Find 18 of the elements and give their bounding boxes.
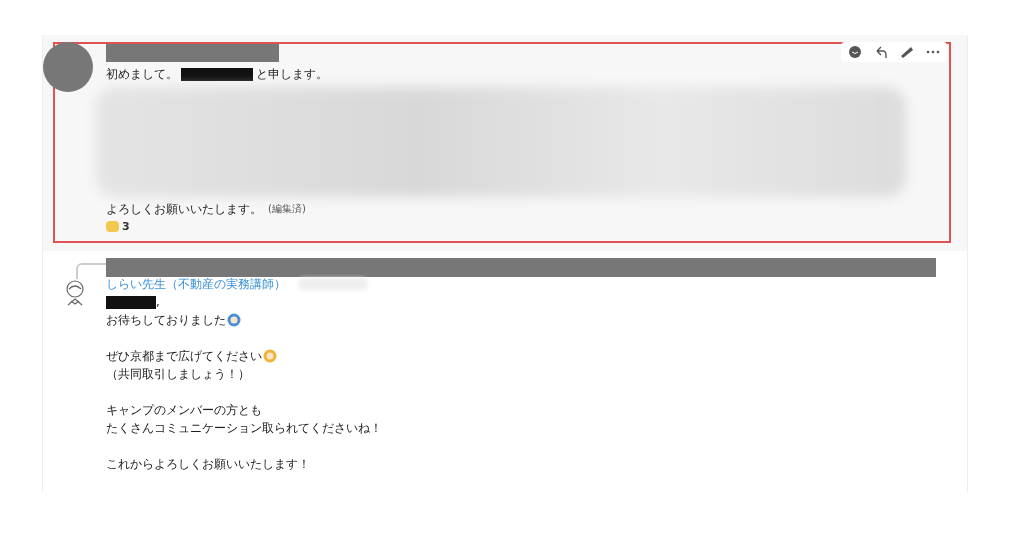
message-text: よろしくお願いいたします。 [106,201,262,218]
message-text: お待ちしておりました [106,312,226,329]
message-text: ぜひ京都まで広げてください [106,348,262,365]
avatar [43,42,93,92]
redaction-bar [181,67,253,81]
edited-label: (編集済) [268,202,306,216]
message-text: と申します。 [256,66,328,83]
message-text: , [156,294,160,311]
message-text: （共同取引しましょう！） [106,366,250,383]
message-text: 初めまして。 [106,66,178,83]
reaction-chip[interactable]: 3 [106,220,949,233]
emoji-icon [847,45,863,59]
redaction-bar [106,295,156,309]
author-name[interactable]: しらい先生（不動産の実務講師） [106,275,286,293]
message-text: たくさんコミュニケーション取られてくださいね！ [106,420,382,437]
message-text: キャンプのメンバーの方とも [106,402,262,419]
timestamp [298,278,368,290]
message-text: これからよろしくお願いいたします！ [106,456,310,473]
